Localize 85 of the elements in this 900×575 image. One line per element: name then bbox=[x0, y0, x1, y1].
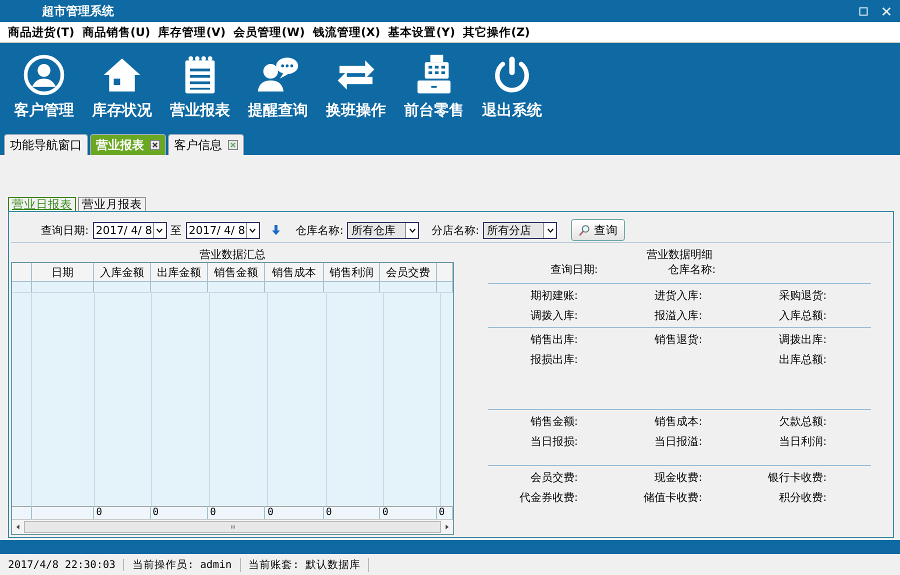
horizontal-scrollbar[interactable] bbox=[12, 519, 453, 534]
menu-item[interactable]: 其它操作(Z) bbox=[459, 24, 534, 40]
total-cell: 0 bbox=[208, 506, 265, 519]
detail-label: 期初建账: bbox=[529, 289, 578, 303]
toolbar-button[interactable]: 营业报表 bbox=[162, 52, 238, 120]
total-cell: 0 bbox=[150, 506, 208, 519]
detail-label: 欠款总额: bbox=[778, 415, 827, 429]
branch-dropdown[interactable]: 所有分店 bbox=[483, 222, 558, 238]
column-header[interactable]: 销售利润 bbox=[323, 263, 380, 282]
menu-item[interactable]: 库存管理(V) bbox=[154, 24, 230, 40]
column-header[interactable]: 日期 bbox=[31, 263, 94, 282]
detail-label: 调拨出库: bbox=[778, 333, 827, 347]
field-label: 仓库名称: bbox=[296, 222, 344, 238]
warehouse-dropdown[interactable]: 所有仓库 bbox=[347, 222, 420, 238]
detail-label: 销售成本: bbox=[654, 415, 702, 429]
column-header[interactable]: 会员交费 bbox=[380, 263, 436, 282]
person-circle-icon bbox=[22, 52, 66, 96]
window-title: 超市管理系统 bbox=[42, 2, 115, 20]
field-label: 至 bbox=[170, 222, 182, 238]
status-account: 当前账套: 默认数据库 bbox=[240, 558, 370, 572]
date-picker[interactable]: 2017/ 4/ 8 bbox=[92, 222, 167, 238]
detail-label: 进货入库: bbox=[654, 289, 702, 303]
toolbar-button[interactable]: 客户管理 bbox=[6, 52, 82, 120]
detail-label: 入库总额: bbox=[778, 309, 827, 323]
report-tab[interactable]: 营业日报表 bbox=[8, 197, 76, 211]
toolbar-button[interactable]: 前台零售 bbox=[396, 52, 472, 120]
detail-label: 报溢入库: bbox=[654, 309, 702, 323]
total-cell: 0 bbox=[94, 506, 150, 519]
down-arrow-icon[interactable] bbox=[270, 224, 282, 236]
column-header[interactable]: 销售成本 bbox=[264, 263, 324, 282]
report-tab[interactable]: 营业月报表 bbox=[78, 197, 146, 211]
caret-icon bbox=[546, 226, 555, 234]
detail-label: 销售退货: bbox=[654, 333, 702, 347]
caret-icon bbox=[408, 226, 417, 234]
detail-label: 采购退货: bbox=[778, 289, 827, 303]
caret-icon bbox=[248, 226, 258, 234]
total-cell: 0 bbox=[436, 506, 452, 519]
close-icon[interactable] bbox=[150, 140, 160, 150]
section-title: 营业数据汇总 bbox=[198, 247, 266, 262]
detail-label: 仓库名称: bbox=[666, 262, 716, 276]
menu-item[interactable]: 商品进货(T) bbox=[4, 24, 78, 40]
detail-label: 报损出库: bbox=[529, 353, 578, 367]
menu-item[interactable]: 钱流管理(X) bbox=[308, 24, 384, 40]
total-cell: 0 bbox=[323, 506, 380, 519]
column-header[interactable]: 销售金额 bbox=[208, 263, 265, 282]
detail-label: 积分收费: bbox=[778, 491, 827, 505]
status-operator: 当前操作员: admin bbox=[124, 558, 241, 572]
document-tab[interactable]: 功能导航窗口 bbox=[4, 134, 88, 155]
detail-label: 当日报损: bbox=[529, 435, 578, 449]
column-header[interactable]: 入库金额 bbox=[94, 263, 150, 282]
toolbar-button[interactable]: 提醒查询 bbox=[240, 52, 316, 120]
detail-label: 销售出库: bbox=[529, 333, 578, 347]
section-title: 营业数据明细 bbox=[646, 247, 714, 262]
maximize-icon[interactable] bbox=[858, 6, 869, 16]
menu-item[interactable]: 商品销售(U) bbox=[78, 24, 154, 40]
toolbar-button[interactable]: 退出系统 bbox=[474, 52, 550, 120]
detail-label: 调拨入库: bbox=[529, 309, 578, 323]
detail-label: 储值卡收费: bbox=[642, 491, 702, 505]
document-tab[interactable]: 客户信息 bbox=[168, 134, 244, 155]
grip-icon bbox=[228, 523, 236, 531]
detail-label: 出库总额: bbox=[778, 353, 827, 367]
detail-label: 代金券收费: bbox=[518, 491, 578, 505]
detail-label: 当日报溢: bbox=[654, 435, 702, 449]
total-cell: 0 bbox=[264, 506, 324, 519]
date-picker[interactable]: 2017/ 4/ 8 bbox=[186, 222, 260, 238]
search-icon bbox=[578, 224, 592, 236]
detail-label: 查询日期: bbox=[549, 262, 598, 276]
search-button[interactable]: 查询 bbox=[571, 219, 626, 241]
detail-label: 现金收费: bbox=[654, 471, 702, 485]
total-cell: 0 bbox=[380, 506, 436, 519]
detail-label: 当日利润: bbox=[778, 435, 827, 449]
toolbar-button[interactable]: 库存状况 bbox=[84, 52, 160, 120]
detail-label: 会员交费: bbox=[529, 471, 578, 485]
menu-item[interactable]: 会员管理(W) bbox=[230, 24, 309, 40]
menu-item[interactable]: 基本设置(Y) bbox=[384, 24, 460, 40]
detail-label: 银行卡收费: bbox=[766, 471, 827, 485]
field-label: 分店名称: bbox=[431, 222, 480, 238]
scroll-left-icon bbox=[14, 523, 22, 531]
toolbar-button[interactable]: 换班操作 bbox=[318, 52, 394, 120]
column-header[interactable]: 出库金额 bbox=[150, 263, 208, 282]
caret-icon bbox=[155, 226, 164, 234]
status-time: 2017/4/8 22:30:03 bbox=[0, 558, 124, 570]
field-label: 查询日期: bbox=[41, 222, 89, 238]
detail-label: 销售金额: bbox=[529, 415, 578, 429]
scroll-right-icon bbox=[443, 523, 451, 531]
